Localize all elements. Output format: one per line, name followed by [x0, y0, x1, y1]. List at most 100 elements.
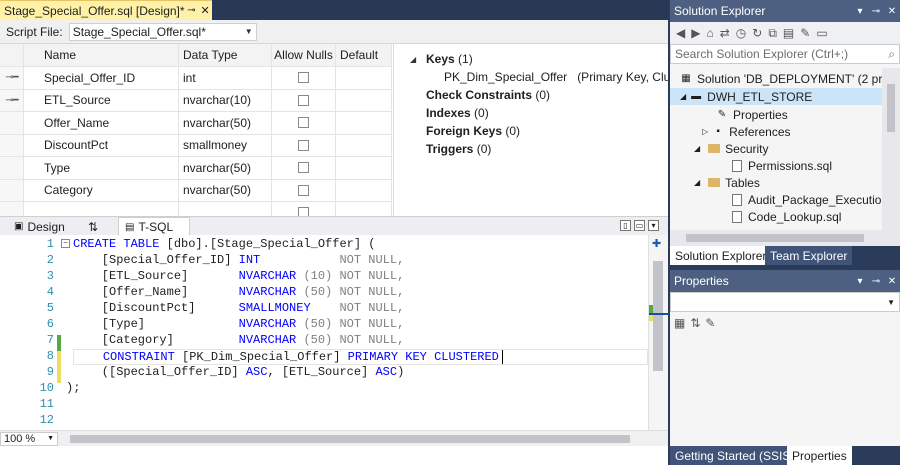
- split-horizontal-icon[interactable]: ▭: [634, 220, 645, 231]
- allow-nulls-checkbox[interactable]: [298, 94, 309, 106]
- allow-nulls-checkbox[interactable]: [298, 207, 309, 216]
- data-type-cell[interactable]: [179, 202, 272, 216]
- row-selector[interactable]: [0, 157, 24, 179]
- tsql-editor[interactable]: 1 2 3 4 5 6 7 8 9 10 11 12 − CREATE TABL…: [0, 235, 648, 430]
- split-editor-icon[interactable]: ✚: [652, 237, 661, 250]
- header-name[interactable]: Name: [24, 44, 179, 66]
- tree-item-audit[interactable]: Audit_Package_Execution.sc: [732, 191, 882, 208]
- close-icon[interactable]: ✕: [884, 6, 900, 17]
- expanded-triangle-icon[interactable]: ◢: [694, 178, 700, 187]
- row-selector[interactable]: [0, 179, 24, 201]
- default-cell[interactable]: [336, 112, 392, 134]
- collapsed-triangle-icon[interactable]: ▷: [702, 127, 708, 136]
- zoom-combo[interactable]: 100 % ▼: [0, 431, 58, 446]
- home-icon[interactable]: ⌂: [706, 26, 713, 40]
- tree-item-tables[interactable]: ◢ Tables: [694, 174, 760, 191]
- document-tab[interactable]: Stage_Special_Offer.sql [Design]* ⊸ ✕: [0, 0, 212, 20]
- dropdown-icon[interactable]: ▾: [852, 276, 868, 287]
- default-cell[interactable]: [336, 67, 392, 89]
- column-name-cell[interactable]: Special_Offer_ID: [24, 67, 179, 89]
- tab-design[interactable]: ▣ Design: [8, 217, 71, 236]
- tab-tsql[interactable]: ▤ T-SQL: [118, 217, 190, 236]
- tree-item-permissions[interactable]: Permissions.sql: [732, 157, 832, 174]
- tree-item-security[interactable]: ◢ Security: [694, 140, 769, 157]
- collapse-region-icon[interactable]: −: [61, 239, 70, 248]
- tab-properties[interactable]: Properties: [787, 446, 852, 465]
- table-row-new[interactable]: [0, 202, 392, 216]
- tab-getting-started[interactable]: Getting Started (SSIS): [670, 446, 800, 465]
- table-row[interactable]: ⊸━ ETL_Source nvarchar(10): [0, 89, 392, 112]
- row-selector[interactable]: [0, 112, 24, 134]
- data-type-cell[interactable]: int: [179, 67, 272, 89]
- tree-item-code-lookup[interactable]: Code_Lookup.sql: [732, 208, 841, 225]
- solution-explorer-search[interactable]: Search Solution Explorer (Ctrl+;) ⌕: [670, 44, 900, 64]
- editor-horizontal-scroll-thumb[interactable]: [70, 435, 630, 443]
- expanded-triangle-icon[interactable]: ◢: [694, 144, 700, 153]
- header-default[interactable]: Default: [336, 44, 392, 66]
- show-files-icon[interactable]: ▤: [783, 26, 794, 40]
- data-type-cell[interactable]: nvarchar(50): [179, 112, 272, 134]
- search-input[interactable]: Search Solution Explorer (Ctrl+;): [675, 47, 848, 61]
- pin-icon[interactable]: ⊸: [868, 6, 884, 17]
- column-name-cell[interactable]: Type: [24, 157, 179, 179]
- default-cell[interactable]: [336, 89, 392, 111]
- table-row[interactable]: ⊸━ Special_Offer_ID int: [0, 67, 392, 90]
- property-pages-icon[interactable]: ✎: [705, 316, 715, 330]
- header-allow-nulls[interactable]: Allow Nulls: [272, 44, 336, 66]
- header-data-type[interactable]: Data Type: [179, 44, 272, 66]
- forward-icon[interactable]: ▶: [691, 26, 700, 40]
- back-icon[interactable]: ◀: [676, 26, 685, 40]
- collapse-all-icon[interactable]: ⧉: [768, 26, 777, 41]
- data-type-cell[interactable]: nvarchar(50): [179, 157, 272, 179]
- preview-icon[interactable]: ▭: [816, 26, 827, 40]
- pin-icon[interactable]: ⊸: [185, 5, 199, 16]
- close-icon[interactable]: ✕: [198, 4, 212, 17]
- tree-item-references[interactable]: ▷ ▪ References: [702, 123, 791, 140]
- indexes-node[interactable]: Indexes (0): [426, 104, 489, 122]
- solution-tree-hscroll-thumb[interactable]: [686, 234, 864, 242]
- close-icon[interactable]: ✕: [884, 276, 900, 287]
- column-name-cell[interactable]: DiscountPct: [24, 134, 179, 156]
- swap-panes-button[interactable]: ⇅: [82, 217, 104, 236]
- column-name-cell[interactable]: ETL_Source: [24, 89, 179, 111]
- dropdown-icon[interactable]: ▾: [852, 6, 868, 17]
- solution-tree-horizontal-scrollbar[interactable]: [670, 230, 900, 246]
- expanded-triangle-icon[interactable]: ◢: [680, 92, 686, 101]
- sync-icon[interactable]: ⇄: [720, 26, 730, 40]
- allow-nulls-checkbox[interactable]: [298, 72, 309, 84]
- keys-node[interactable]: ◢ Keys (1): [410, 50, 473, 68]
- row-selector[interactable]: ⊸━: [0, 67, 24, 89]
- wrench-icon[interactable]: ✎: [800, 26, 810, 40]
- data-type-cell[interactable]: smallmoney: [179, 134, 272, 156]
- data-type-cell[interactable]: nvarchar(50): [179, 179, 272, 201]
- default-cell[interactable]: [336, 157, 392, 179]
- tree-item-project[interactable]: ◢ ▬ DWH_ETL_STORE: [670, 88, 882, 105]
- tab-team-explorer[interactable]: Team Explorer: [765, 246, 853, 265]
- alphabetical-icon[interactable]: ⇅: [690, 316, 700, 330]
- triggers-node[interactable]: Triggers (0): [426, 140, 491, 158]
- solution-tree-scroll-thumb[interactable]: [887, 84, 895, 132]
- table-row[interactable]: Type nvarchar(50): [0, 157, 392, 180]
- editor-vertical-scroll-thumb[interactable]: [653, 261, 663, 371]
- expanded-triangle-icon[interactable]: ◢: [410, 55, 420, 64]
- properties-object-combo[interactable]: ▼: [670, 292, 900, 312]
- default-cell[interactable]: [336, 202, 392, 216]
- tree-item-solution[interactable]: ▦ Solution 'DB_DEPLOYMENT' (2 projec: [680, 70, 882, 87]
- default-cell[interactable]: [336, 179, 392, 201]
- tree-item-properties[interactable]: ✎ Properties: [716, 106, 788, 123]
- default-cell[interactable]: [336, 134, 392, 156]
- column-name-cell[interactable]: Offer_Name: [24, 112, 179, 134]
- table-row[interactable]: DiscountPct smallmoney: [0, 134, 392, 157]
- refresh-icon[interactable]: ↻: [752, 26, 762, 40]
- collapse-pane-icon[interactable]: ▾: [648, 220, 659, 231]
- row-selector[interactable]: [0, 134, 24, 156]
- table-row[interactable]: Offer_Name nvarchar(50): [0, 112, 392, 135]
- column-name-cell[interactable]: [24, 202, 179, 216]
- allow-nulls-checkbox[interactable]: [298, 117, 309, 129]
- editor-vertical-scrollbar[interactable]: ✚: [648, 235, 669, 430]
- history-icon[interactable]: ◷: [736, 26, 746, 40]
- data-type-cell[interactable]: nvarchar(10): [179, 89, 272, 111]
- pin-icon[interactable]: ⊸: [868, 276, 884, 287]
- check-constraints-node[interactable]: Check Constraints (0): [426, 86, 550, 104]
- allow-nulls-checkbox[interactable]: [298, 162, 309, 174]
